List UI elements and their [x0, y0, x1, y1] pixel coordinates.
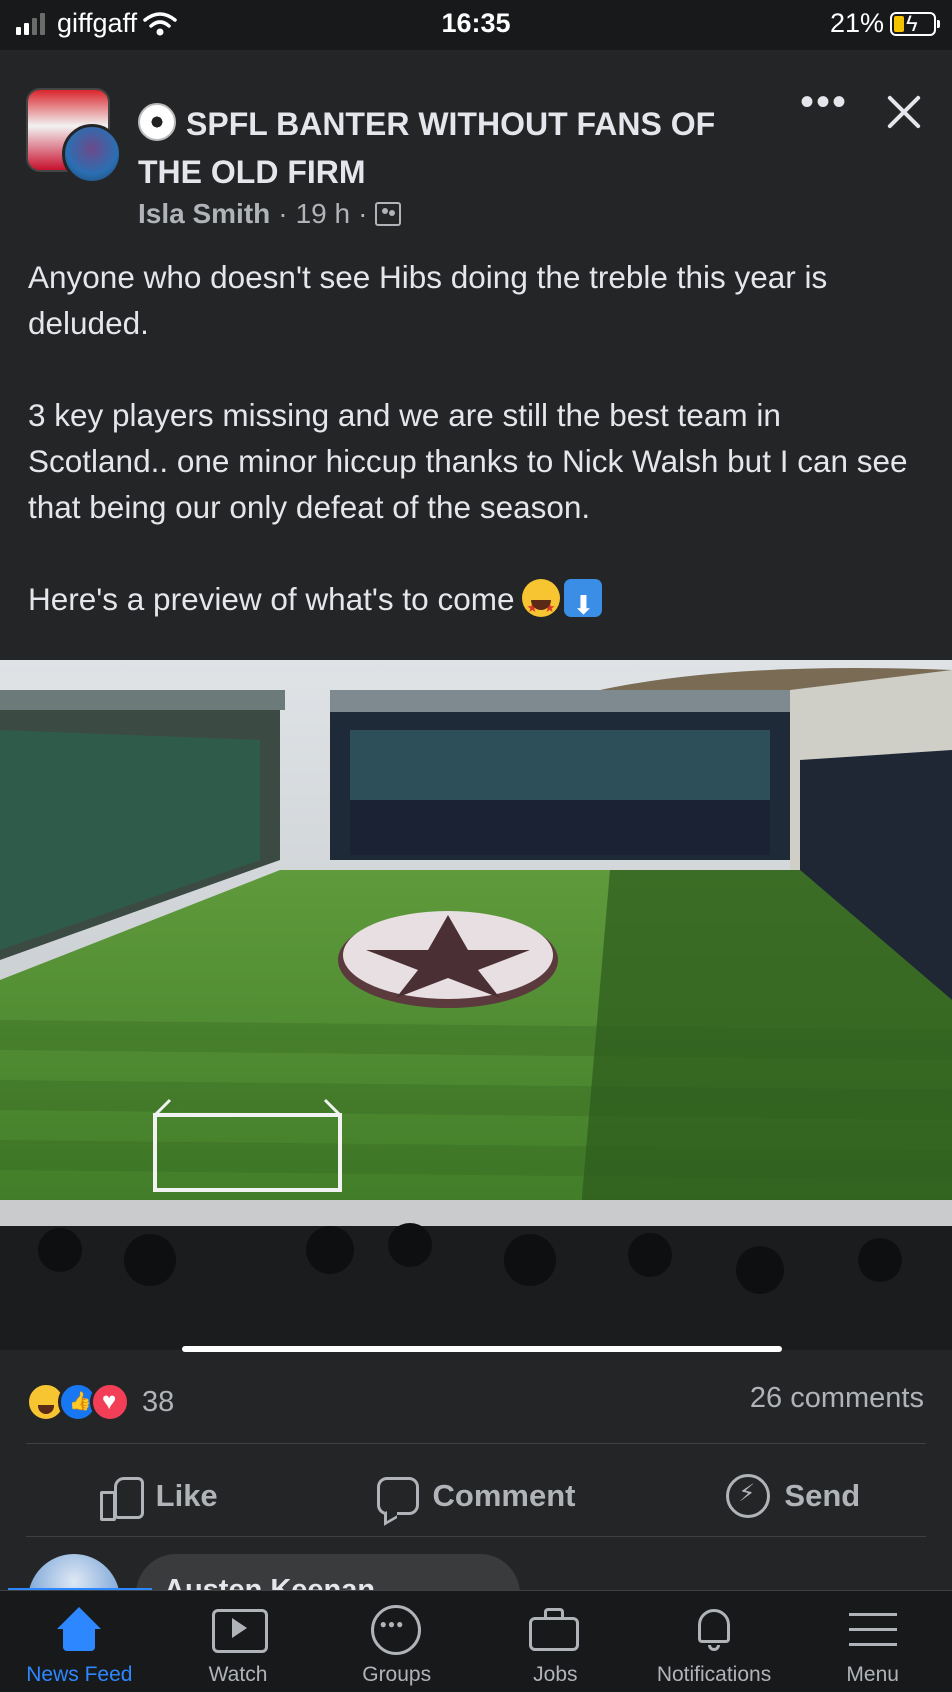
- home-icon: [51, 1605, 107, 1655]
- hamburger-icon: [845, 1605, 901, 1655]
- tab-jobs[interactable]: Jobs: [476, 1591, 635, 1692]
- groups-icon: [369, 1605, 425, 1655]
- speech-bubble-icon: [376, 1477, 419, 1515]
- reaction-count[interactable]: 38: [142, 1386, 174, 1419]
- love-reaction-icon: [90, 1382, 130, 1422]
- stadium-photo: [0, 660, 952, 1350]
- messenger-icon: [726, 1474, 771, 1518]
- meta-separator: ·: [358, 198, 368, 229]
- battery-charging-icon: ϟ: [890, 11, 940, 36]
- reaction-summary[interactable]: 38: [26, 1382, 174, 1422]
- post-time[interactable]: 19 h: [296, 198, 351, 230]
- thumbs-up-icon: [99, 1475, 144, 1521]
- status-bar: giffgaff 16:35 21% ϟ: [0, 0, 952, 50]
- tab-notifications[interactable]: Notifications: [635, 1591, 794, 1692]
- tab-label: Groups: [362, 1663, 432, 1686]
- tab-label: Menu: [846, 1663, 899, 1686]
- down-arrow-emoji-icon: [564, 579, 603, 628]
- image-scroll-indicator: [182, 1346, 782, 1352]
- author-avatar[interactable]: [62, 124, 122, 184]
- post-avatar[interactable]: [26, 88, 122, 184]
- post-paragraph: 3 key players missing and we are still t…: [28, 397, 908, 525]
- battery-percent: 21%: [829, 8, 884, 38]
- soccer-ball-icon: [138, 103, 176, 141]
- bottom-tab-bar: News Feed Watch Groups Jobs Notification…: [0, 1590, 952, 1692]
- group-privacy-icon: [375, 202, 402, 226]
- tab-label: Watch: [208, 1663, 268, 1686]
- post-paragraph: Here's a preview of what's to come: [28, 576, 928, 631]
- send-button[interactable]: Send: [635, 1458, 952, 1534]
- tab-label: Jobs: [533, 1663, 578, 1686]
- video-icon: [210, 1605, 268, 1655]
- divider: [26, 1443, 926, 1444]
- tab-watch[interactable]: Watch: [159, 1591, 318, 1692]
- briefcase-icon: [527, 1605, 583, 1655]
- tab-groups[interactable]: Groups: [317, 1591, 476, 1692]
- avatar[interactable]: [28, 1554, 120, 1592]
- post-actions: Like Comment Send: [0, 1458, 952, 1534]
- comment-count[interactable]: 26 comments: [750, 1382, 924, 1415]
- status-time: 16:35: [441, 8, 511, 38]
- send-label: Send: [784, 1478, 861, 1513]
- post-meta: Isla Smith · 19 h ·: [138, 198, 402, 230]
- comment-button[interactable]: Comment: [317, 1458, 634, 1534]
- like-label: Like: [155, 1478, 218, 1513]
- author-name[interactable]: Isla Smith: [138, 198, 270, 230]
- divider: [26, 1536, 926, 1537]
- group-name[interactable]: SPFL BANTER WITHOUT FANS OF THE OLD FIRM: [138, 106, 715, 190]
- meta-separator: ·: [278, 198, 288, 229]
- tab-news-feed[interactable]: News Feed: [0, 1591, 159, 1692]
- post-paragraph: Anyone who doesn't see Hibs doing the tr…: [28, 259, 828, 341]
- star-struck-emoji-icon: [522, 579, 561, 631]
- bell-icon: [686, 1605, 742, 1655]
- post-photo[interactable]: [0, 660, 952, 1350]
- tab-menu[interactable]: Menu: [793, 1591, 952, 1692]
- more-options-icon[interactable]: •••: [800, 82, 848, 122]
- post-body: Anyone who doesn't see Hibs doing the tr…: [28, 254, 928, 631]
- like-button[interactable]: Like: [0, 1458, 317, 1534]
- battery-info: 21% ϟ: [829, 8, 940, 39]
- post-paragraph-text: Here's a preview of what's to come: [28, 581, 515, 617]
- tab-label: News Feed: [26, 1663, 133, 1686]
- comment-preview: Austen Keenan: [0, 1552, 952, 1592]
- close-icon[interactable]: [882, 90, 926, 134]
- comment-label: Comment: [432, 1478, 576, 1513]
- tab-label: Notifications: [656, 1663, 772, 1686]
- group-title[interactable]: SPFL BANTER WITHOUT FANS OF THE OLD FIRM: [138, 100, 778, 196]
